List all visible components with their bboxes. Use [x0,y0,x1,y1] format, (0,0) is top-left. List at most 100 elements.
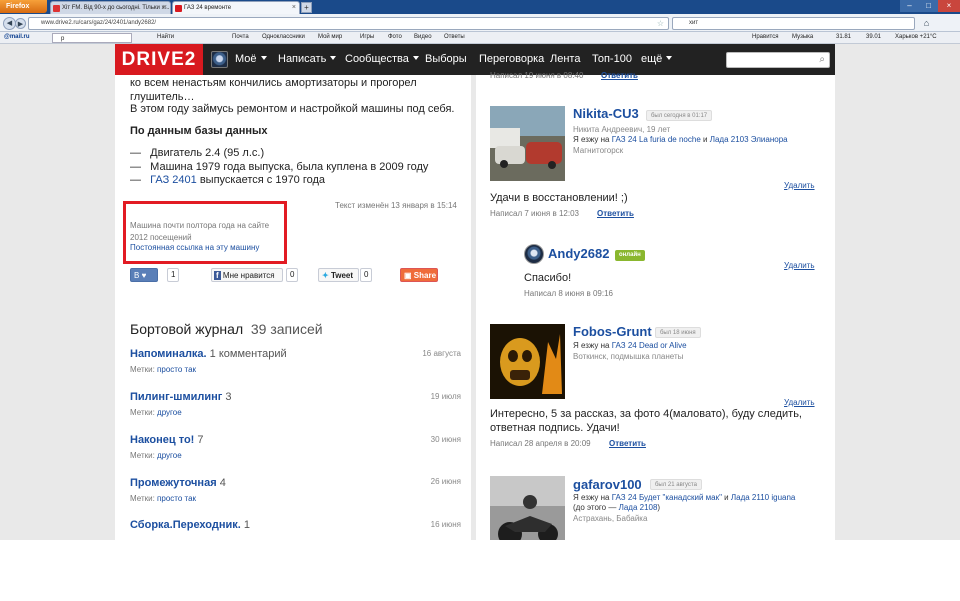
user-city: Магнитогорск [573,146,624,155]
toolbar-games[interactable]: Игры [360,34,374,40]
toolbar-mail[interactable]: Почта [232,34,249,40]
user-cars: Я езжу на ГАЗ 24 Будет "канадский мак" и… [573,493,795,502]
delete-link[interactable]: Удалить [784,261,815,270]
home-icon[interactable]: ⌂ [920,17,933,30]
toolbar-search-input[interactable]: р [52,33,132,43]
car-link[interactable]: Лада 2103 Элианора [710,135,788,144]
drive-like-button[interactable]: В ♥ [130,268,158,282]
journal-entry-title[interactable]: Пилинг-шмилинг 3 [130,391,232,403]
toolbar-find-button[interactable]: Найти [157,34,174,40]
car-link[interactable]: ГАЗ 24 Будет "канадский мак" [612,493,722,502]
delete-link[interactable]: Удалить [784,398,815,407]
nav-more[interactable]: ещё [641,53,673,65]
search-icon[interactable]: ⌕ [819,54,825,65]
car-link[interactable]: ГАЗ 24 La furia de noche [612,135,701,144]
user-photo[interactable] [490,324,565,399]
browser-search-input[interactable]: хит [672,17,915,30]
hitfm-favicon-icon [53,5,60,12]
screenshot: Firefox Хіт FM. Від 90-х до сьогодні. Ті… [0,0,960,540]
nav-elections[interactable]: Выборы [425,53,467,65]
comment-username[interactable]: gafarov100 [573,477,642,492]
share-icon: ▣ [404,271,412,280]
entry-title-text: Сборка.Переходник. [130,519,241,531]
drive2-page: DRIVE2 Моё Написать Сообщества Выборы Пе… [0,44,960,540]
journal-entry-title[interactable]: Наконец то! 7 [130,434,204,446]
toolbar-odnoklassniki[interactable]: Одноклассники [262,34,305,40]
nav-talks[interactable]: Переговорка [479,53,544,65]
tab-hitfm[interactable]: Хіт FM. Від 90-х до сьогодні. Тільки х..… [50,1,171,14]
reply-link[interactable]: Ответить [597,209,634,218]
minimize-icon[interactable]: – [900,0,919,12]
entry-comment-count: 7 [197,434,204,446]
drive2-logo[interactable]: DRIVE2 [115,44,203,75]
chevron-down-icon [666,56,673,60]
nav-mine[interactable]: Моё [235,53,267,65]
tab-drive2[interactable]: ГАЗ 24 времонте × [172,1,300,14]
car-link[interactable]: Лада 2108 [619,503,658,512]
last-seen-badge: был 18 июня [655,327,701,338]
journal-entry-title[interactable]: Промежуточная 4 [130,477,226,489]
journal-entry-date: 19 июля [430,392,461,401]
drive-label: Я езжу на [573,493,610,502]
nav-label: Сообщества [345,53,409,65]
close-icon[interactable]: × [163,4,167,11]
share-button[interactable]: ▣ Share [400,268,438,282]
nav-communities[interactable]: Сообщества [345,53,419,65]
database-item: — Машина 1979 года выпуска, была куплена… [130,161,428,173]
car-text-line: ко всем ненастьям кончились амортизаторы… [130,77,417,89]
address-bar[interactable]: www.drive2.ru/cars/gaz/24/2401/andy2682/… [28,17,669,30]
toolbar-moy-mir[interactable]: Мой мир [318,34,342,40]
reply-link[interactable]: Ответить [601,71,638,80]
tweet-button[interactable]: ✦ Tweet [318,268,359,282]
forward-arrow-icon[interactable]: ▶ [15,18,26,29]
tags-label: Метки: [130,451,155,460]
nav-label: ещё [641,53,663,65]
journal-entry-title[interactable]: Напоминалка. 1 комментарий [130,348,287,360]
tag-link[interactable]: просто так [157,365,196,374]
toolbar-eur: 39.01 [866,34,882,40]
car-link[interactable]: Лада 2110 iguana [731,493,796,502]
facebook-like-button[interactable]: f Мне нравится [211,268,283,282]
new-tab-button[interactable]: + [301,2,312,13]
tag-link[interactable]: другое [157,408,182,417]
entry-title-text: Промежуточная [130,477,217,489]
firefox-menu-button[interactable]: Firefox [0,0,47,13]
nav-label: Написать [278,53,327,65]
comment-text: Интересно, 5 за рассказ, за фото 4(малов… [490,408,802,420]
comment-username[interactable]: Nikita-CU3 [573,106,639,121]
reply-link[interactable]: Ответить [609,439,646,448]
entry-title-text: Наконец то! [130,434,195,446]
toolbar-photo[interactable]: Фото [388,34,402,40]
journal-entry-title[interactable]: Сборка.Переходник. 1 [130,519,250,531]
toolbar-video[interactable]: Видео [414,34,432,40]
tag-link[interactable]: просто так [157,494,196,503]
journal-entry-tags: Метки: другое [130,451,182,460]
user-car-photo[interactable] [490,106,565,181]
user-avatar[interactable] [524,244,544,264]
maximize-icon[interactable]: □ [919,0,938,12]
toolbar-weather[interactable]: Харьков +21°C [895,34,937,40]
nav-write[interactable]: Написать [278,53,337,65]
toolbar-answers[interactable]: Ответы [444,34,465,40]
comment-username[interactable]: Fobos-Grunt [573,324,652,339]
delete-link[interactable]: Удалить [784,181,815,190]
user-avatar[interactable] [211,51,228,68]
nav-top100[interactable]: Топ-100 [592,53,632,65]
close-icon[interactable]: × [292,4,296,11]
nav-feed[interactable]: Лента [550,53,580,65]
site-header: DRIVE2 Моё Написать Сообщества Выборы Пе… [115,44,835,75]
toolbar-music[interactable]: Музыка [792,34,813,40]
mailru-logo[interactable]: @mail.ru [4,34,30,40]
car-model-link[interactable]: ГАЗ 2401 [150,174,197,186]
car-link[interactable]: ГАЗ 24 Dead or Alive [612,341,687,350]
tag-link[interactable]: другое [157,451,182,460]
text-changed-date: Текст изменён 13 января в 15:14 [335,201,457,210]
toolbar-likes[interactable]: Нравится [752,34,778,40]
comment-username[interactable]: Andy2682 [548,246,609,261]
close-window-icon[interactable]: × [938,0,960,12]
journal-title: Бортовой журнал [130,321,244,337]
database-item-text: Машина 1979 года выпуска, была куплена в… [150,161,429,173]
user-car-photo[interactable] [490,476,565,540]
site-search-input[interactable]: ⌕ [726,52,830,68]
bookmark-star-icon[interactable]: ☆ [657,19,664,28]
